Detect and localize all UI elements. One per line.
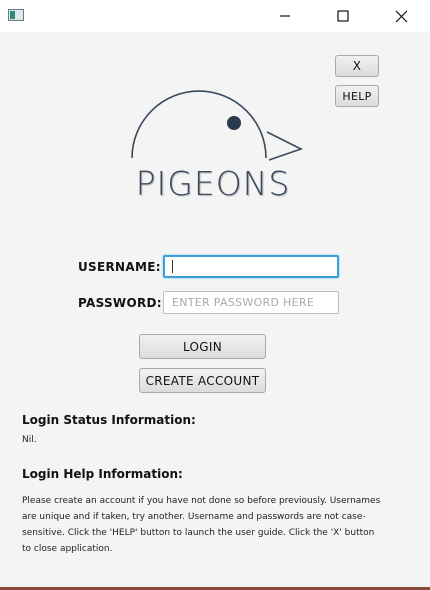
close-app-button[interactable]: X [335,55,379,77]
help-button[interactable]: HELP [335,85,379,107]
create-account-button[interactable]: CREATE ACCOUNT [139,368,266,393]
window-close-button[interactable] [372,0,430,32]
logo-text: PIGEONS [135,164,291,203]
app-icon [8,9,24,21]
text-caret [172,260,173,273]
close-icon [395,10,407,22]
help-title: Login Help Information: [22,467,183,481]
title-bar [0,0,430,32]
help-text: Please create an account if you have not… [22,496,381,554]
maximize-icon [337,10,349,22]
login-button[interactable]: LOGIN [139,334,266,359]
minimize-icon [280,15,290,17]
status-value: Nil. [22,435,37,445]
password-input[interactable] [163,291,339,314]
status-title: Login Status Information: [22,413,196,427]
username-input[interactable] [163,255,339,278]
username-label: USERNAME: [78,260,161,274]
password-label: PASSWORD: [78,296,162,310]
maximize-button[interactable] [314,0,372,32]
minimize-button[interactable] [256,0,314,32]
